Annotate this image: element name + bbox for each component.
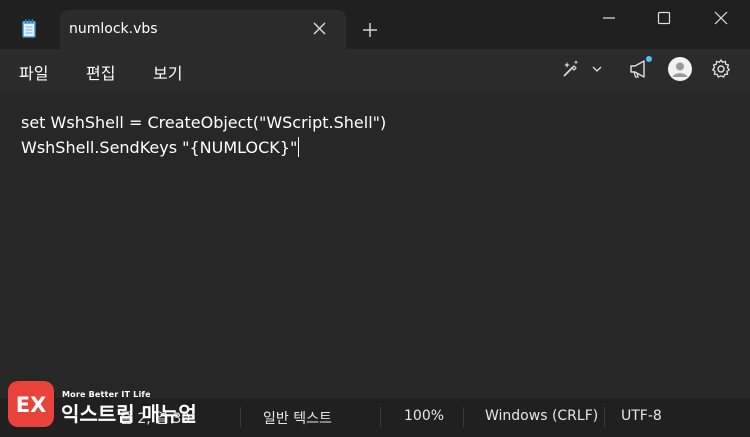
- title-bar: numlock.vbs: [0, 0, 750, 49]
- notepad-icon: [22, 19, 36, 38]
- tab-numlock-vbs[interactable]: numlock.vbs: [60, 10, 346, 49]
- chevron-down-icon[interactable]: [591, 63, 603, 75]
- maximize-icon[interactable]: [657, 11, 671, 25]
- editor-line-2-text: WshShell.SendKeys "{NUMLOCK}": [21, 138, 298, 157]
- close-window-icon[interactable]: [714, 11, 728, 25]
- menu-file[interactable]: 파일: [19, 60, 48, 84]
- text-caret: [298, 137, 300, 157]
- menu-edit[interactable]: 편집: [86, 60, 115, 84]
- notification-dot: [646, 56, 652, 62]
- plus-icon[interactable]: [363, 23, 377, 37]
- gear-icon[interactable]: [710, 58, 732, 80]
- status-divider: [604, 407, 605, 427]
- encoding[interactable]: UTF-8: [621, 408, 662, 424]
- status-divider: [240, 407, 241, 427]
- tab-title: numlock.vbs: [69, 21, 158, 37]
- zoom-level[interactable]: 100%: [404, 408, 444, 424]
- minimize-icon[interactable]: [602, 11, 616, 25]
- menu-view[interactable]: 보기: [153, 60, 182, 84]
- copilot-icon[interactable]: [561, 59, 581, 79]
- line-ending[interactable]: Windows (CRLF): [485, 408, 598, 424]
- text-mode[interactable]: 일반 텍스트: [263, 408, 332, 428]
- status-divider: [463, 407, 464, 427]
- watermark-logo-text: EX: [16, 393, 47, 417]
- close-icon[interactable]: [313, 22, 326, 35]
- editor-line-1: set WshShell = CreateObject("WScript.She…: [21, 113, 387, 132]
- menu-bar: 파일 편집 보기: [0, 49, 750, 91]
- watermark-logo-icon: EX: [8, 381, 54, 427]
- text-editor[interactable]: set WshShell = CreateObject("WScript.She…: [0, 91, 750, 398]
- editor-line-2: WshShell.SendKeys "{NUMLOCK}": [21, 137, 300, 157]
- status-divider: [380, 407, 381, 427]
- avatar-icon[interactable]: [668, 57, 692, 81]
- watermark-name: 익스트림 매뉴얼: [61, 402, 197, 426]
